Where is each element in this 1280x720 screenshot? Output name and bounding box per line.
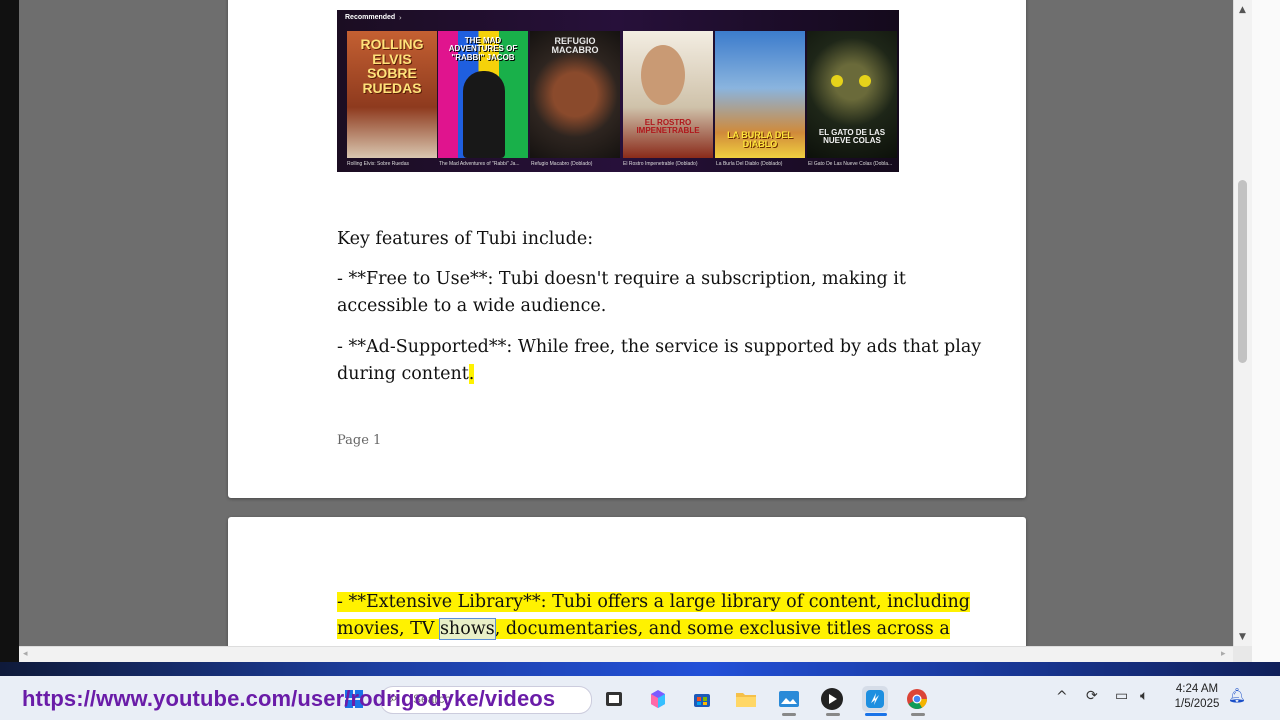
selected-word[interactable]: shows — [438, 618, 496, 640]
poster-rabbi-jacob: THE MAD ADVENTURES OF "RABBI" JACOB — [438, 31, 528, 158]
poster-art-text: EL GATO DE LAS NUEVE COLAS — [818, 128, 886, 146]
left-edge — [0, 0, 19, 670]
line-2-before: movies, TV — [337, 619, 440, 639]
poster-art-text: REFUGIO MACABRO — [551, 36, 599, 56]
document-page-2: - **Extensive Library**: Tubi offers a l… — [228, 517, 1026, 646]
poster-refugio-macabro: REFUGIO MACABRO — [530, 31, 620, 158]
task-view-icon[interactable] — [601, 686, 627, 712]
window-edge — [1252, 0, 1280, 670]
poster-la-burla: LA BURLA DEL DIABLO — [715, 31, 805, 158]
scroll-right-arrow[interactable]: ▸ — [1221, 649, 1226, 659]
bullet-free-to-use: - **Free to Use**: Tubi doesn't require … — [337, 269, 906, 316]
cat-eye-left — [831, 75, 843, 87]
channel-url-watermark: https://www.youtube.com/user/rodrigodyke… — [22, 686, 556, 711]
desktop-wallpaper — [0, 662, 1280, 676]
highlighted-period: . — [468, 364, 475, 384]
network-icon[interactable]: ▭ — [1115, 688, 1128, 704]
poster-art-text: THE MAD ADVENTURES OF "RABBI" JACOB — [448, 36, 518, 62]
poster-art-text: LA BURLA DEL DIABLO — [727, 130, 793, 150]
poster-el-gato: EL GATO DE LAS NUEVE COLAS — [807, 31, 897, 158]
cat-eye-right — [859, 75, 871, 87]
taskbar-clock[interactable]: 4:24 AM 1/5/2025 — [1166, 682, 1228, 712]
poster-caption: Refugio Macabro (Doblado) — [531, 161, 593, 167]
scrollbar-corner — [1233, 646, 1252, 662]
poster-rolling-elvis: ROLLING ELVIS SOBRE RUEDAS — [347, 31, 437, 158]
poster-caption: The Mad Adventures of "Rabbi" Ja... — [439, 161, 520, 167]
character-silhouette — [463, 71, 505, 158]
highlighted-line-2: movies, TV shows, documentaries, and som… — [337, 618, 950, 640]
line-2-after: , documentaries, and some exclusive titl… — [494, 619, 950, 639]
bullet-ad-supported: - **Ad-Supported**: While free, the serv… — [337, 334, 987, 388]
poster-art-text: EL ROSTRO IMPENETRABLE — [636, 118, 700, 136]
poster-caption: El Rostro Impenetrable (Doblado) — [623, 161, 698, 167]
clock-time: 4:24 AM — [1175, 683, 1219, 695]
microsoft-store-icon[interactable] — [689, 686, 715, 712]
page-number: Page 1 — [337, 433, 382, 448]
chrome-icon[interactable] — [904, 686, 930, 712]
scroll-down-arrow[interactable]: ▼ — [1239, 632, 1246, 642]
banner-title: Recommended — [345, 14, 396, 21]
notification-bell-icon[interactable]: 🔔︎ — [1228, 688, 1246, 704]
clock-date: 1/5/2025 — [1174, 698, 1220, 710]
scroll-up-arrow[interactable]: ▲ — [1239, 5, 1246, 15]
running-indicator — [782, 713, 796, 716]
file-explorer-icon[interactable] — [733, 686, 759, 712]
media-player-icon[interactable] — [819, 686, 845, 712]
active-indicator — [865, 713, 887, 716]
poster-caption: La Burla Del Diablo (Doblado) — [716, 161, 783, 167]
scroll-left-arrow[interactable]: ◂ — [23, 649, 28, 659]
volume-icon[interactable]: 🔈︎ — [1140, 688, 1148, 704]
horizontal-scrollbar[interactable]: ◂ ▸ — [19, 646, 1233, 663]
app-icon[interactable] — [862, 686, 888, 712]
poster-art-text: ROLLING ELVIS SOBRE RUEDAS — [360, 36, 424, 97]
document-viewport[interactable]: Recommended › ROLLING ELVIS SOBRE RUEDAS… — [19, 0, 1233, 646]
bullet-extensive-library: - **Extensive Library**: Tubi offers a l… — [337, 589, 987, 643]
vertical-scrollbar[interactable]: ▲ ▼ — [1233, 0, 1253, 646]
vertical-scroll-thumb[interactable] — [1238, 180, 1247, 363]
chevron-up-icon[interactable]: ^ — [1056, 689, 1068, 705]
bullet-text: - **Ad-Supported**: While free, the serv… — [337, 337, 982, 384]
poster-el-rostro: EL ROSTRO IMPENETRABLE — [623, 31, 713, 158]
poster-caption: Rolling Elvis: Sobre Ruedas — [347, 161, 409, 167]
highlighted-line-1: - **Extensive Library**: Tubi offers a l… — [337, 592, 970, 612]
sync-icon[interactable]: ⟳ — [1086, 688, 1098, 704]
poster-caption: El Gato De Las Nueve Colas (Dobla... — [808, 161, 893, 167]
running-indicator — [911, 713, 925, 716]
document-page-1: Recommended › ROLLING ELVIS SOBRE RUEDAS… — [228, 0, 1026, 498]
photos-icon[interactable] — [776, 686, 802, 712]
running-indicator — [826, 713, 840, 716]
screen: Recommended › ROLLING ELVIS SOBRE RUEDAS… — [0, 0, 1280, 720]
features-heading: Key features of Tubi include: — [337, 229, 594, 249]
character-silhouette — [641, 45, 685, 105]
copilot-icon[interactable] — [645, 686, 671, 712]
chevron-right-icon: › — [399, 14, 402, 22]
recommended-banner-image: Recommended › ROLLING ELVIS SOBRE RUEDAS… — [337, 10, 899, 172]
